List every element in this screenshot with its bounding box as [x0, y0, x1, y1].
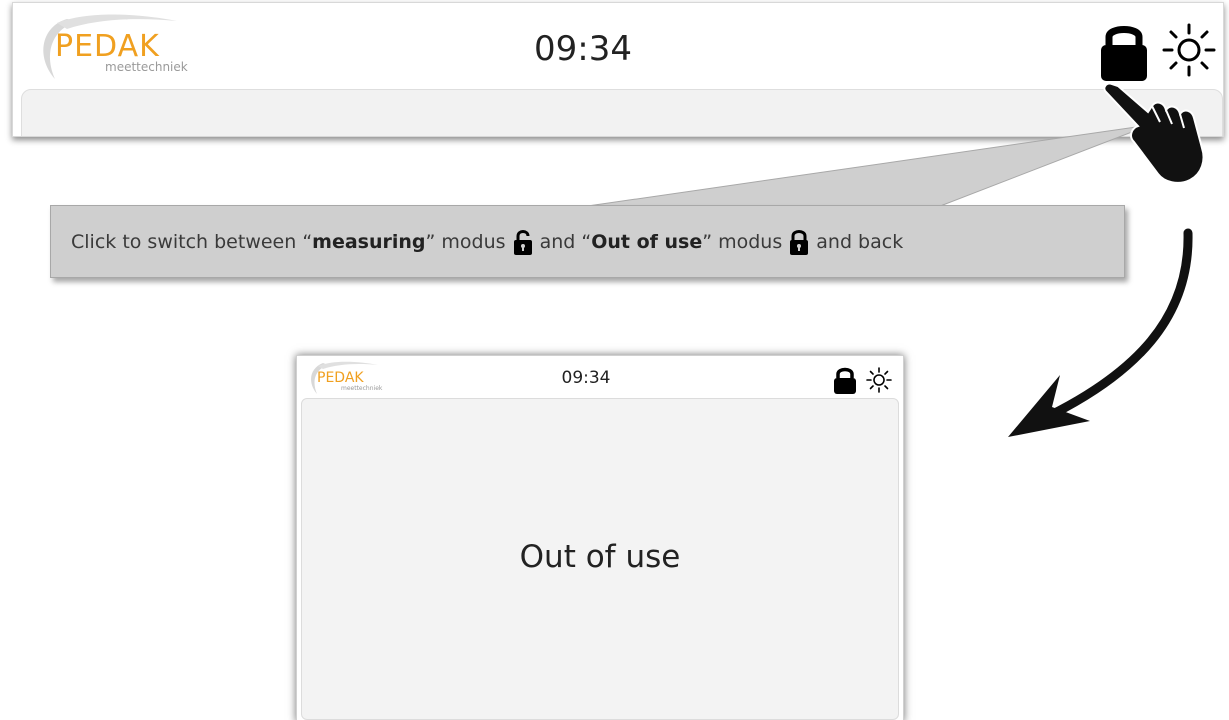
content-panel — [21, 89, 1223, 136]
callout-measuring: measuring — [312, 230, 426, 253]
lock-open-icon — [513, 229, 532, 255]
logo-sub-text: meettechniek — [341, 385, 383, 392]
sun-icon[interactable] — [1160, 21, 1218, 79]
callout-text-5: and back — [816, 230, 904, 253]
pedak-logo: PEDAK meettechniek — [311, 361, 383, 394]
clock-display: 09:34 — [561, 368, 611, 388]
lock-closed-icon[interactable] — [829, 364, 861, 396]
callout-out-of-use: Out of use — [591, 230, 703, 253]
callout-text-1: Click to switch between “ — [71, 230, 313, 253]
lock-closed-icon — [790, 229, 809, 255]
logo-brand-text: PEDAK — [317, 370, 364, 386]
logo-brand-text: PEDAK — [55, 29, 160, 64]
pedak-logo: PEDAK meettechniek — [43, 14, 188, 79]
pointing-hand-icon — [1103, 82, 1205, 184]
sun-icon[interactable] — [865, 366, 893, 394]
curved-arrow — [1008, 228, 1193, 437]
logo-sub-text: meettechniek — [105, 60, 188, 74]
out-of-use-status: Out of use — [519, 539, 681, 575]
device-screen: PEDAK meettechniek 09:34 Out of use — [296, 355, 904, 720]
tutorial-canvas: PEDAK meettechniek 09:34 Click to switch… — [0, 0, 1229, 720]
content-panel: Out of use — [301, 398, 899, 720]
callout-text-4: ” modus — [702, 230, 783, 253]
callout-text-2: ” modus — [425, 230, 506, 253]
callout-text-3: and “ — [539, 230, 592, 253]
lock-closed-icon[interactable] — [1089, 15, 1159, 85]
zoomed-screen-header: PEDAK meettechniek 09:34 — [12, 2, 1224, 137]
instruction-callout: Click to switch between “measuring” modu… — [50, 205, 1125, 278]
clock-display: 09:34 — [534, 29, 632, 69]
